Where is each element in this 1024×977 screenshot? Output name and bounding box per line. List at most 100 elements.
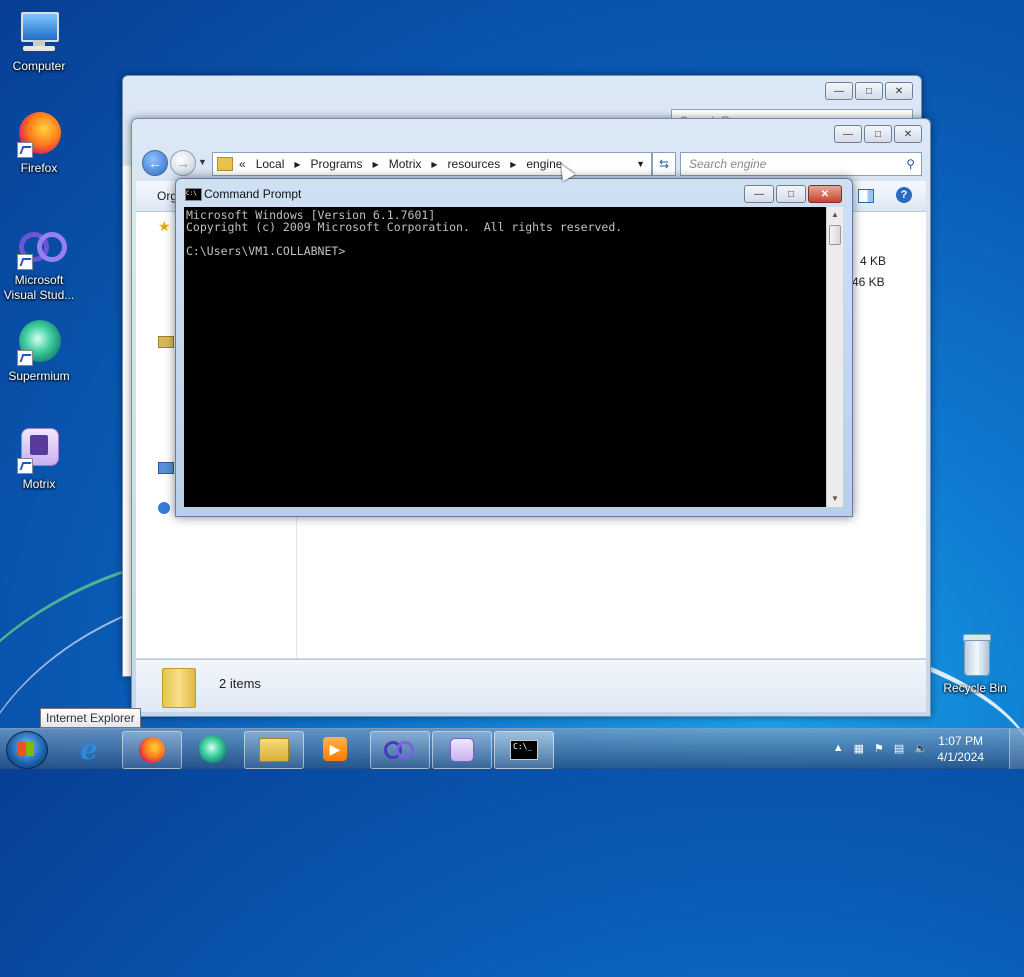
desktop-icon-label: Motrix <box>22 477 56 491</box>
media-player-icon: ▶ <box>323 737 347 761</box>
computer-nav-icon[interactable] <box>158 462 174 474</box>
show-desktop-button[interactable] <box>1009 729 1024 769</box>
breadcrumb-chevron[interactable]: « <box>239 157 246 171</box>
close-button[interactable]: ✕ <box>894 125 922 143</box>
taskbar-media-player[interactable]: ▶ <box>306 731 364 767</box>
command-prompt-window[interactable]: C:\ Command Prompt — □ ✕ Microsoft Windo… <box>175 178 853 517</box>
folder-icon <box>217 157 233 171</box>
windows-logo-icon <box>18 742 34 756</box>
file-size: 4 KB <box>860 254 887 268</box>
desktop-icon-visual-studio[interactable]: Microsoft Visual Stud... <box>0 222 78 303</box>
computer-icon <box>15 8 63 56</box>
action-center-flag-icon[interactable]: ⚑ <box>874 742 884 755</box>
firefox-icon <box>139 737 165 763</box>
chevron-right-icon: ▶ <box>294 159 301 169</box>
taskbar-command-prompt[interactable]: C:\_ <box>494 731 554 769</box>
cmd-icon: C:\ <box>185 188 202 201</box>
motrix-tray-icon[interactable]: ▦ <box>854 742 864 755</box>
refresh-button[interactable]: ⇆ <box>652 152 676 176</box>
favorites-star-icon[interactable]: ★ <box>158 218 171 235</box>
supermium-icon <box>199 735 227 763</box>
breadcrumb-motrix[interactable]: Motrix <box>389 157 422 171</box>
folder-large-icon <box>162 668 196 708</box>
desktop-icon-supermium[interactable]: Supermium <box>0 318 78 384</box>
file-size: 46 KB <box>852 275 885 289</box>
desktop-icon-firefox[interactable]: Firefox <box>0 110 78 176</box>
show-hidden-icons-icon[interactable]: ▲ <box>833 742 844 755</box>
console-line: Copyright (c) 2009 Microsoft Corporation… <box>186 220 623 234</box>
close-button[interactable]: ✕ <box>808 185 842 203</box>
motrix-icon <box>450 738 474 762</box>
desktop-icon-label: Microsoft Visual Stud... <box>3 273 75 302</box>
window-controls: — □ ✕ <box>825 82 913 100</box>
supermium-icon <box>15 318 63 366</box>
search-input[interactable]: Search engine ⚲ <box>680 152 922 176</box>
item-count: 2 items <box>219 676 261 691</box>
clock[interactable]: 1:07 PM 4/1/2024 <box>937 733 984 765</box>
minimize-button[interactable]: — <box>834 125 862 143</box>
desktop-icon-label: Recycle Bin <box>943 681 1007 695</box>
taskbar-motrix[interactable] <box>432 731 492 769</box>
status-bar: 2 items <box>136 659 926 712</box>
address-bar[interactable]: « Local ▶ Programs ▶ Motrix ▶ resources ▶ en… <box>212 152 652 176</box>
internet-explorer-icon: e <box>80 732 98 766</box>
taskbar-internet-explorer[interactable]: e <box>60 731 118 767</box>
organize-menu[interactable]: Org <box>157 189 177 203</box>
vertical-scrollbar[interactable]: ▲ ▼ <box>826 207 843 507</box>
desktop-icon-label: Supermium <box>8 369 70 383</box>
clock-date: 4/1/2024 <box>937 750 984 764</box>
preview-pane-icon[interactable] <box>858 189 874 203</box>
close-button[interactable]: ✕ <box>885 82 913 100</box>
recycle-bin-icon <box>951 630 999 678</box>
window-title: Command Prompt <box>204 187 302 201</box>
scroll-up-button[interactable]: ▲ <box>827 207 843 223</box>
console-output[interactable]: Microsoft Windows [Version 6.1.7601] Copy… <box>184 207 826 507</box>
network-icon[interactable] <box>158 502 170 514</box>
taskbar-tooltip: Internet Explorer <box>40 708 141 728</box>
chevron-right-icon: ▶ <box>431 159 438 169</box>
breadcrumb-local[interactable]: Local <box>256 157 285 171</box>
minimize-button[interactable]: — <box>825 82 853 100</box>
chevron-right-icon: ▶ <box>510 159 517 169</box>
chevron-right-icon: ▶ <box>372 159 379 169</box>
forward-button[interactable]: → <box>170 150 196 176</box>
desktop-icon-recycle-bin[interactable]: Recycle Bin <box>936 630 1014 696</box>
maximize-button[interactable]: □ <box>776 185 806 203</box>
search-icon: ⚲ <box>906 157 915 171</box>
volume-muted-icon[interactable]: 🔈 <box>914 742 928 755</box>
taskbar-supermium[interactable] <box>184 731 242 767</box>
taskbar: e ▶ C:\_ ▲ ▦ ⚑ ▤ 🔈 1:07 PM 4/1/2024 <box>0 728 1024 769</box>
window-controls: — □ ✕ <box>834 125 922 143</box>
back-button[interactable]: ← <box>142 150 168 176</box>
address-dropdown[interactable]: ▼ <box>636 159 645 169</box>
scroll-thumb[interactable] <box>829 225 841 245</box>
system-tray: ▲ ▦ ⚑ ▤ 🔈 <box>833 742 928 755</box>
console-prompt: C:\Users\VM1.COLLABNET> <box>186 244 346 258</box>
firefox-icon <box>15 110 63 158</box>
desktop-icon-motrix[interactable]: Motrix <box>0 426 78 492</box>
recent-pages-dropdown[interactable]: ▼ <box>198 157 207 167</box>
network-icon[interactable]: ▤ <box>894 742 904 755</box>
desktop-icon-computer[interactable]: Computer <box>0 8 78 74</box>
motrix-icon <box>15 426 63 474</box>
window-controls: — □ ✕ <box>744 185 842 203</box>
cmd-icon: C:\_ <box>510 740 538 760</box>
clock-time: 1:07 PM <box>938 734 983 748</box>
maximize-button[interactable]: □ <box>855 82 883 100</box>
start-button[interactable] <box>6 731 48 769</box>
breadcrumb-resources[interactable]: resources <box>448 157 501 171</box>
desktop-icon-label: Firefox <box>20 161 58 175</box>
visual-studio-icon <box>384 741 416 759</box>
taskbar-windows-explorer[interactable] <box>244 731 304 769</box>
scroll-down-button[interactable]: ▼ <box>827 491 843 507</box>
breadcrumb-programs[interactable]: Programs <box>311 157 363 171</box>
maximize-button[interactable]: □ <box>864 125 892 143</box>
libraries-icon[interactable] <box>158 336 174 348</box>
taskbar-firefox[interactable] <box>122 731 182 769</box>
visual-studio-icon <box>15 222 67 270</box>
taskbar-visual-studio[interactable] <box>370 731 430 769</box>
help-icon[interactable]: ? <box>896 187 912 203</box>
search-placeholder: Search engine <box>689 157 767 171</box>
minimize-button[interactable]: — <box>744 185 774 203</box>
folder-icon <box>259 738 289 762</box>
